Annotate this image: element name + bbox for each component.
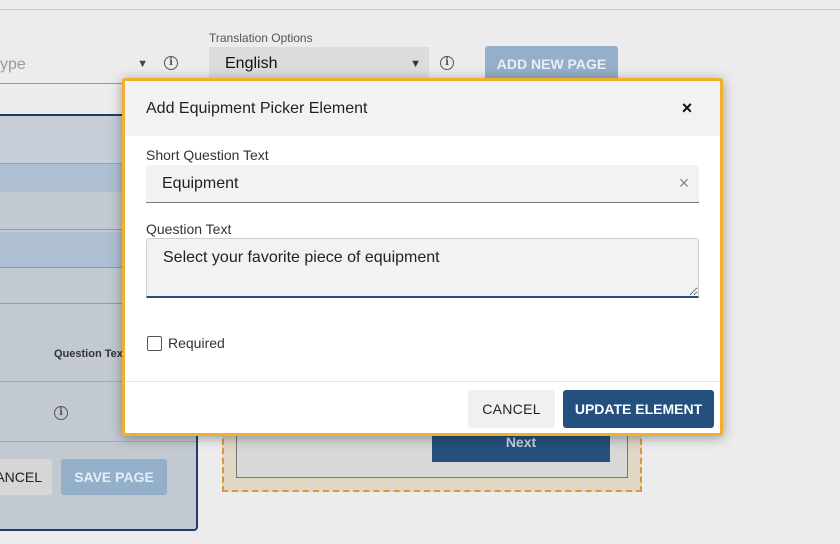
close-icon[interactable]: ×	[678, 99, 696, 117]
dialog-title: Add Equipment Picker Element	[146, 100, 368, 117]
chevron-down-icon: ▼	[137, 58, 148, 70]
info-icon[interactable]: i	[54, 406, 68, 420]
language-select-value: English	[225, 55, 278, 72]
info-icon[interactable]: i	[164, 56, 178, 70]
update-element-button[interactable]: UPDATE ELEMENT	[563, 390, 714, 428]
question-text-input[interactable]: Select your favorite piece of equipment	[146, 238, 699, 298]
dialog-header: Add Equipment Picker Element ×	[125, 81, 720, 136]
type-select-placeholder: ype	[0, 56, 26, 73]
short-question-label: Short Question Text	[146, 147, 269, 163]
add-new-page-button[interactable]: ADD NEW PAGE	[485, 46, 618, 82]
top-divider	[0, 0, 840, 10]
save-page-button[interactable]: SAVE PAGE	[61, 459, 167, 495]
dialog-footer: CANCEL UPDATE ELEMENT	[125, 381, 720, 433]
clear-icon[interactable]: ×	[675, 174, 693, 192]
question-text-column-header: Question Tex	[54, 348, 123, 360]
chevron-down-icon: ▼	[410, 58, 421, 70]
short-question-input[interactable]	[146, 165, 699, 203]
cancel-page-button[interactable]: ANCEL	[0, 459, 52, 495]
language-select[interactable]: English ▼	[209, 47, 429, 81]
cancel-button[interactable]: CANCEL	[468, 390, 555, 428]
question-text-label: Question Text	[146, 221, 232, 237]
translation-options-label: Translation Options	[209, 31, 313, 45]
add-element-dialog: Add Equipment Picker Element × Short Que…	[122, 78, 723, 436]
required-label[interactable]: Required	[168, 335, 225, 351]
required-checkbox[interactable]	[147, 335, 162, 351]
required-option[interactable]: Required	[147, 333, 225, 353]
info-icon[interactable]: i	[440, 56, 454, 70]
